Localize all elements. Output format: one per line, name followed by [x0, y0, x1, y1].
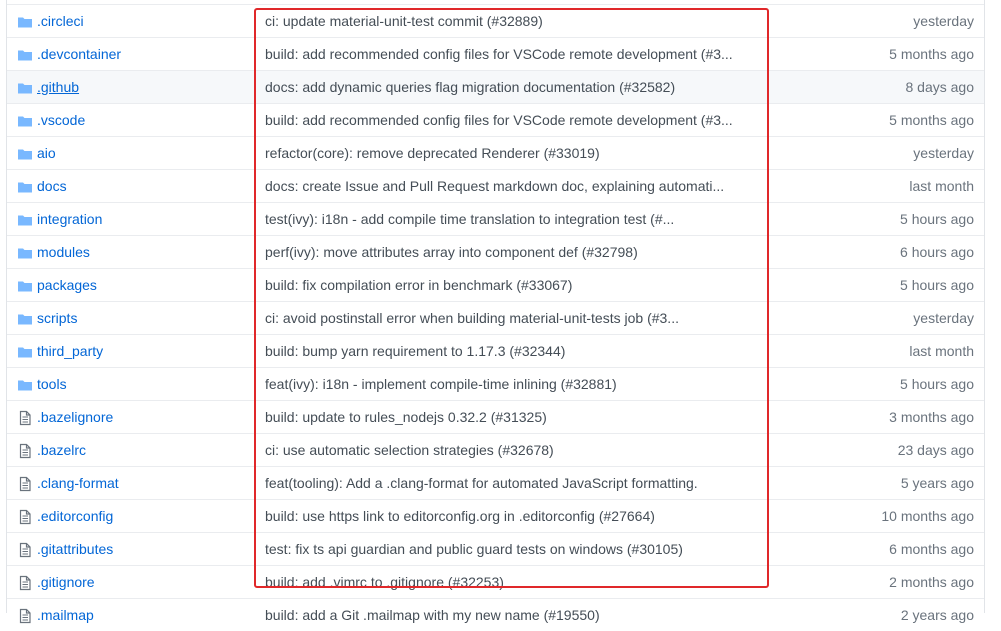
- commit-message-link[interactable]: ci: update material-unit-test commit (#3…: [265, 13, 737, 29]
- file-list: .circleci ci: update material-unit-test c…: [6, 0, 985, 624]
- commit-message-link[interactable]: build: add .vimrc to .gitignore (#32253): [265, 574, 737, 590]
- file-icon: [19, 410, 31, 426]
- commit-age: 3 months ago: [889, 409, 974, 425]
- commit-message-link[interactable]: build: use https link to editorconfig.or…: [265, 508, 737, 524]
- commit-age: yesterday: [913, 13, 974, 29]
- commit-age: yesterday: [913, 310, 974, 326]
- commit-age: 10 months ago: [881, 508, 974, 524]
- commit-age: 8 days ago: [905, 79, 975, 95]
- commit-message-link[interactable]: build: add recommended config files for …: [265, 112, 737, 128]
- commit-message-link[interactable]: build: add a Git .mailmap with my new na…: [265, 607, 737, 623]
- commit-message-link[interactable]: ci: avoid postinstall error when buildin…: [265, 310, 737, 326]
- file-row[interactable]: .devcontainer build: add recommended conf…: [7, 37, 984, 70]
- commit-age: 5 months ago: [889, 46, 974, 62]
- file-name-link[interactable]: scripts: [37, 310, 77, 326]
- file-name-link[interactable]: integration: [37, 211, 102, 227]
- commit-message-link[interactable]: test(ivy): i18n - add compile time trans…: [265, 211, 737, 227]
- file-name-link[interactable]: packages: [37, 277, 97, 293]
- file-row[interactable]: third_party build: bump yarn requirement …: [7, 334, 984, 367]
- commit-age: 6 months ago: [889, 541, 974, 557]
- file-name-link[interactable]: .circleci: [37, 13, 84, 29]
- commit-message-link[interactable]: feat(ivy): i18n - implement compile-time…: [265, 376, 737, 392]
- file-name-link[interactable]: .github: [37, 79, 79, 95]
- commit-age: yesterday: [913, 145, 974, 161]
- file-name-link[interactable]: docs: [37, 178, 67, 194]
- file-name-link[interactable]: .clang-format: [37, 475, 119, 491]
- file-name-link[interactable]: .devcontainer: [37, 46, 121, 62]
- file-icon: [19, 575, 31, 591]
- commit-message-link[interactable]: ci: use automatic selection strategies (…: [265, 442, 737, 458]
- commit-message-link[interactable]: refactor(core): remove deprecated Render…: [265, 145, 737, 161]
- folder-icon: [18, 116, 32, 127]
- commit-age: 5 years ago: [900, 475, 974, 491]
- file-name-link[interactable]: .gitignore: [37, 574, 95, 590]
- file-name-link[interactable]: .mailmap: [37, 607, 94, 623]
- file-name-link[interactable]: modules: [37, 244, 90, 260]
- commit-message-link[interactable]: docs: add dynamic queries flag migration…: [265, 79, 737, 95]
- file-name-link[interactable]: .editorconfig: [37, 508, 113, 524]
- file-name-link[interactable]: .bazelignore: [37, 409, 113, 425]
- folder-icon: [18, 50, 32, 61]
- commit-message-link[interactable]: docs: create Issue and Pull Request mark…: [265, 178, 737, 194]
- file-row[interactable]: modules perf(ivy): move attributes array …: [7, 235, 984, 268]
- commit-message-link[interactable]: build: update to rules_nodejs 0.32.2 (#3…: [265, 409, 737, 425]
- file-row[interactable]: .bazelrc ci: use automatic selection stra…: [7, 433, 984, 466]
- commit-age: 2 months ago: [889, 574, 974, 590]
- file-name-link[interactable]: .bazelrc: [37, 442, 86, 458]
- file-row[interactable]: .circleci ci: update material-unit-test c…: [7, 4, 984, 37]
- folder-icon: [18, 281, 32, 292]
- folder-icon: [18, 380, 32, 391]
- file-row[interactable]: docs docs: create Issue and Pull Request …: [7, 169, 984, 202]
- folder-icon: [18, 215, 32, 226]
- folder-icon: [18, 149, 32, 160]
- commit-age: 6 hours ago: [900, 244, 974, 260]
- commit-message-link[interactable]: perf(ivy): move attributes array into co…: [265, 244, 737, 260]
- folder-icon: [18, 248, 32, 259]
- file-row[interactable]: .vscode build: add recommended config fil…: [7, 103, 984, 136]
- file-icon: [19, 476, 31, 492]
- file-icon: [19, 443, 31, 459]
- file-icon: [19, 509, 31, 525]
- commit-age: last month: [909, 343, 974, 359]
- folder-icon: [18, 347, 32, 358]
- commit-message-link[interactable]: feat(tooling): Add a .clang-format for a…: [265, 475, 737, 491]
- file-row[interactable]: .github docs: add dynamic queries flag mi…: [7, 70, 984, 103]
- folder-icon: [18, 83, 32, 94]
- file-row[interactable]: .clang-format feat(tooling): Add a .clang…: [7, 466, 984, 499]
- commit-age: 5 hours ago: [900, 277, 974, 293]
- file-row[interactable]: aio refactor(core): remove deprecated Ren…: [7, 136, 984, 169]
- file-row[interactable]: .mailmap build: add a Git .mailmap with m…: [7, 598, 984, 631]
- file-name-link[interactable]: .gitattributes: [37, 541, 113, 557]
- file-name-link[interactable]: third_party: [37, 343, 103, 359]
- commit-age: 5 months ago: [889, 112, 974, 128]
- commit-message-link[interactable]: build: bump yarn requirement to 1.17.3 (…: [265, 343, 737, 359]
- file-icon: [19, 608, 31, 624]
- commit-age: 5 hours ago: [900, 376, 974, 392]
- commit-age: last month: [909, 178, 974, 194]
- file-row[interactable]: .editorconfig build: use https link to ed…: [7, 499, 984, 532]
- commit-age: 23 days ago: [897, 442, 974, 458]
- file-row[interactable]: .bazelignore build: update to rules_nodej…: [7, 400, 984, 433]
- file-row[interactable]: packages build: fix compilation error in …: [7, 268, 984, 301]
- file-name-link[interactable]: .vscode: [37, 112, 85, 128]
- commit-age: 2 years ago: [900, 607, 974, 623]
- file-name-link[interactable]: tools: [37, 376, 67, 392]
- file-icon: [19, 542, 31, 558]
- file-row[interactable]: integration test(ivy): i18n - add compile…: [7, 202, 984, 235]
- file-row[interactable]: tools feat(ivy): i18n - implement compile…: [7, 367, 984, 400]
- commit-age: 5 hours ago: [900, 211, 974, 227]
- commit-message-link[interactable]: build: fix compilation error in benchmar…: [265, 277, 737, 293]
- folder-icon: [18, 17, 32, 28]
- folder-icon: [18, 182, 32, 193]
- commit-message-link[interactable]: build: add recommended config files for …: [265, 46, 737, 62]
- file-row[interactable]: .gitignore build: add .vimrc to .gitignor…: [7, 565, 984, 598]
- file-row[interactable]: scripts ci: avoid postinstall error when …: [7, 301, 984, 334]
- commit-message-link[interactable]: test: fix ts api guardian and public gua…: [265, 541, 737, 557]
- folder-icon: [18, 314, 32, 325]
- file-row[interactable]: .gitattributes test: fix ts api guardian …: [7, 532, 984, 565]
- file-name-link[interactable]: aio: [37, 145, 56, 161]
